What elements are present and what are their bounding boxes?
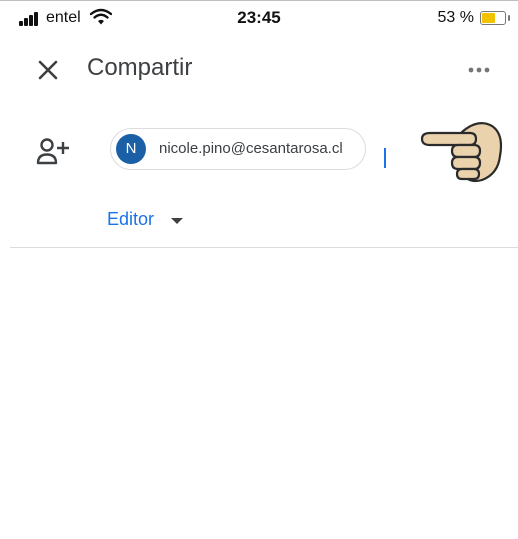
status-bar: entel 23:45 53 % xyxy=(0,4,518,30)
battery-percent: 53 % xyxy=(437,9,474,26)
add-person-icon xyxy=(36,138,69,165)
recipient-email: nicole.pino@cesantarosa.cl xyxy=(159,140,343,157)
close-icon[interactable] xyxy=(34,56,62,84)
text-cursor xyxy=(384,148,386,168)
avatar: N xyxy=(116,134,146,164)
battery-icon xyxy=(480,11,510,25)
battery-level xyxy=(482,13,495,23)
dropdown-arrow-icon xyxy=(171,218,183,224)
role-dropdown[interactable]: Editor xyxy=(107,209,183,233)
divider xyxy=(10,247,518,248)
recipient-chip[interactable]: N nicole.pino@cesantarosa.cl xyxy=(110,128,366,170)
pointing-hand-icon xyxy=(420,121,503,183)
more-horizontal-icon[interactable] xyxy=(466,58,494,82)
page-title: Compartir xyxy=(87,54,193,81)
top-border xyxy=(0,0,518,1)
role-label: Editor xyxy=(107,209,155,229)
